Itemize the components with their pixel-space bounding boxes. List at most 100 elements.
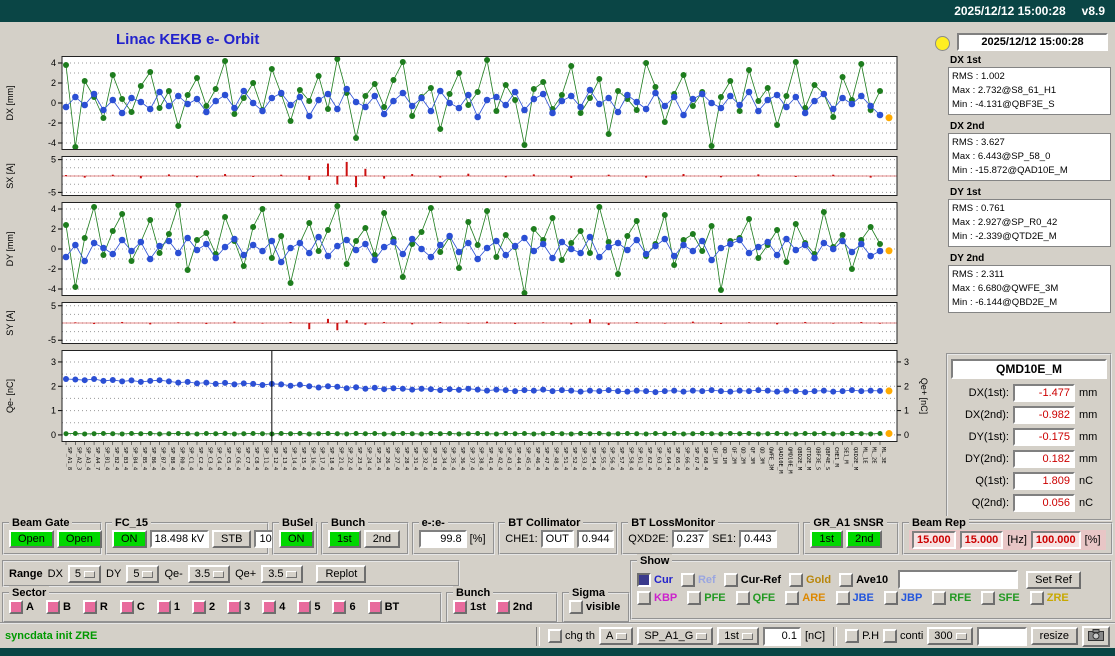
checkbox-square: [680, 572, 695, 587]
show-jbe-checkbox[interactable]: JBE: [835, 591, 874, 605]
svg-text:SP_23_4: SP_23_4: [356, 447, 362, 471]
show-gold-checkbox[interactable]: Gold: [789, 572, 831, 587]
show-pfe-checkbox[interactable]: PFE: [687, 591, 726, 605]
stat-title: DX 1st: [950, 55, 982, 66]
sector-item-a-checkbox[interactable]: A: [9, 600, 34, 614]
svg-text:SP_B7_4: SP_B7_4: [160, 447, 166, 471]
bunch-title: Bunch: [328, 516, 369, 530]
show-qfe-checkbox[interactable]: QFE: [735, 591, 775, 605]
svg-text:SP_A4_7: SP_A4_7: [94, 447, 100, 470]
checkbox-square: [785, 591, 800, 605]
bunch-1st-button[interactable]: 1st: [328, 530, 361, 548]
sector-item-r-checkbox[interactable]: R: [82, 600, 108, 614]
screenshot-button[interactable]: [1082, 625, 1110, 647]
svg-text:0: 0: [51, 244, 56, 254]
show-rfe-checkbox[interactable]: RFE: [932, 591, 971, 605]
chg-th-checkbox[interactable]: chg th: [548, 629, 595, 643]
monitor-row-unit: nC: [1079, 497, 1094, 509]
range-qem-select[interactable]: 3.5: [187, 564, 231, 583]
conti-checkbox[interactable]: conti: [883, 629, 923, 643]
checkbox-square: [569, 600, 583, 614]
show-sfe-checkbox[interactable]: SFE: [981, 591, 1020, 605]
sector-item-b-checkbox[interactable]: B: [45, 600, 71, 614]
fc15-stb-button[interactable]: STB: [212, 530, 252, 548]
monitor-row-label: Q(1st):: [975, 475, 1009, 487]
beam-gate-open-button-1[interactable]: Open: [9, 530, 54, 548]
range-dy-select[interactable]: 5: [126, 564, 160, 583]
show-are-checkbox[interactable]: ARE: [785, 591, 826, 605]
sector-item-2-checkbox[interactable]: 2: [191, 600, 215, 614]
checkbox-label: ARE: [802, 592, 826, 604]
svg-text:SP_41_4: SP_41_4: [487, 447, 493, 471]
monitor-row-label: Q(2nd):: [971, 497, 1009, 509]
ph-checkbox[interactable]: P.H: [845, 629, 879, 643]
svg-text:SP_B8_4: SP_B8_4: [169, 447, 175, 471]
checkbox-label: PFE: [704, 592, 726, 604]
sector-item-c-checkbox[interactable]: C: [119, 600, 145, 614]
svg-text:Qe- [nC]: Qe- [nC]: [5, 379, 15, 413]
svg-text:SP_63_4: SP_63_4: [655, 447, 661, 471]
bunch-number-select[interactable]: 1st: [717, 627, 759, 645]
gr-a1-2nd-button[interactable]: 2nd: [846, 530, 883, 548]
sector-item-bt-checkbox[interactable]: BT: [367, 600, 399, 614]
bt-collimator-group: BT Collimator CHE1: OUT 0.944: [498, 516, 619, 555]
resize-button[interactable]: resize: [1030, 627, 1078, 645]
svg-text:SP_42_4: SP_42_4: [496, 447, 502, 471]
sector-item-4-checkbox[interactable]: 4: [262, 600, 285, 614]
beam-rep-pct-unit: [%]: [1084, 534, 1101, 546]
svg-text:QF_1M: QF_1M: [712, 447, 718, 464]
sector-select[interactable]: A: [598, 627, 634, 645]
checkbox-label: Ave10: [856, 573, 889, 586]
svg-text:SP_A2_3: SP_A2_3: [75, 447, 81, 470]
svg-text:SP_B2_4: SP_B2_4: [113, 447, 119, 471]
sigma-visible-label: visible: [586, 601, 621, 613]
svg-text:QBD2E_M: QBD2E_M: [796, 447, 802, 471]
show-ref-checkbox[interactable]: Ref: [680, 572, 716, 587]
sector-item-1-checkbox[interactable]: 1: [156, 600, 180, 614]
bunch-2nd-button[interactable]: 2nd: [363, 530, 401, 548]
svg-text:SP_54_4: SP_54_4: [590, 447, 596, 471]
svg-text:SP_21_4: SP_21_4: [337, 447, 343, 471]
sector-item-5-checkbox[interactable]: 5: [297, 600, 320, 614]
svg-text:SP_43_4: SP_43_4: [506, 447, 512, 471]
range-qep-select[interactable]: 3.5: [261, 564, 304, 583]
bpm-select[interactable]: SP_A1_G: [637, 627, 714, 645]
interval-select[interactable]: 300: [927, 627, 973, 645]
monitor-row-value: -1.477: [1013, 384, 1075, 402]
blank-input[interactable]: [976, 626, 1027, 646]
svg-text:SP_34_4: SP_34_4: [440, 447, 446, 471]
checkbox-square: [883, 591, 898, 605]
checkbox-label: 1st: [470, 601, 486, 613]
bunch-item-1st-checkbox[interactable]: 1st: [453, 600, 486, 614]
checkbox-label: RFE: [949, 592, 972, 604]
svg-text:SP_62_4: SP_62_4: [646, 447, 652, 471]
bunch-item-2nd-checkbox[interactable]: 2nd: [495, 600, 532, 614]
sector-item-3-checkbox[interactable]: 3: [227, 600, 250, 614]
svg-text:-5: -5: [48, 335, 56, 344]
range-dx-select[interactable]: 5: [67, 564, 102, 583]
show-cur-ref-checkbox[interactable]: Cur-Ref: [723, 572, 781, 587]
replot-button[interactable]: Replot: [316, 564, 367, 583]
svg-text:QWFE_3M: QWFE_3M: [768, 447, 774, 471]
svg-text:ML_1E: ML_1E: [861, 447, 867, 464]
show-ave10-checkbox[interactable]: Ave10: [839, 572, 889, 587]
timestamp-box: 2025/12/12 15:00:28: [957, 33, 1108, 51]
svg-text:SP_36_4: SP_36_4: [459, 447, 465, 471]
checkbox-square: [332, 600, 347, 614]
show-jbp-checkbox[interactable]: JBP: [883, 591, 922, 605]
show-kbp-checkbox[interactable]: KBP: [637, 591, 677, 605]
sector-item-6-checkbox[interactable]: 6: [332, 600, 356, 614]
show-cur-checkbox[interactable]: Cur: [637, 572, 673, 587]
sigma-visible-checkbox[interactable]: visible: [569, 600, 620, 614]
beam-gate-open-button-2[interactable]: Open: [56, 530, 102, 548]
ee-ratio-unit: [%]: [469, 533, 486, 545]
set-ref-input[interactable]: [898, 570, 1019, 589]
gr-a1-1st-button[interactable]: 1st: [810, 530, 844, 548]
monitor-row-unit: mm: [1079, 409, 1098, 421]
set-ref-button[interactable]: Set Ref: [1026, 570, 1081, 589]
busel-on-button[interactable]: ON: [279, 530, 314, 548]
checkbox-square: [845, 629, 860, 643]
threshold-input[interactable]: [762, 626, 801, 646]
show-zre-checkbox[interactable]: ZRE: [1029, 591, 1069, 605]
fc15-on-button[interactable]: ON: [112, 530, 147, 548]
